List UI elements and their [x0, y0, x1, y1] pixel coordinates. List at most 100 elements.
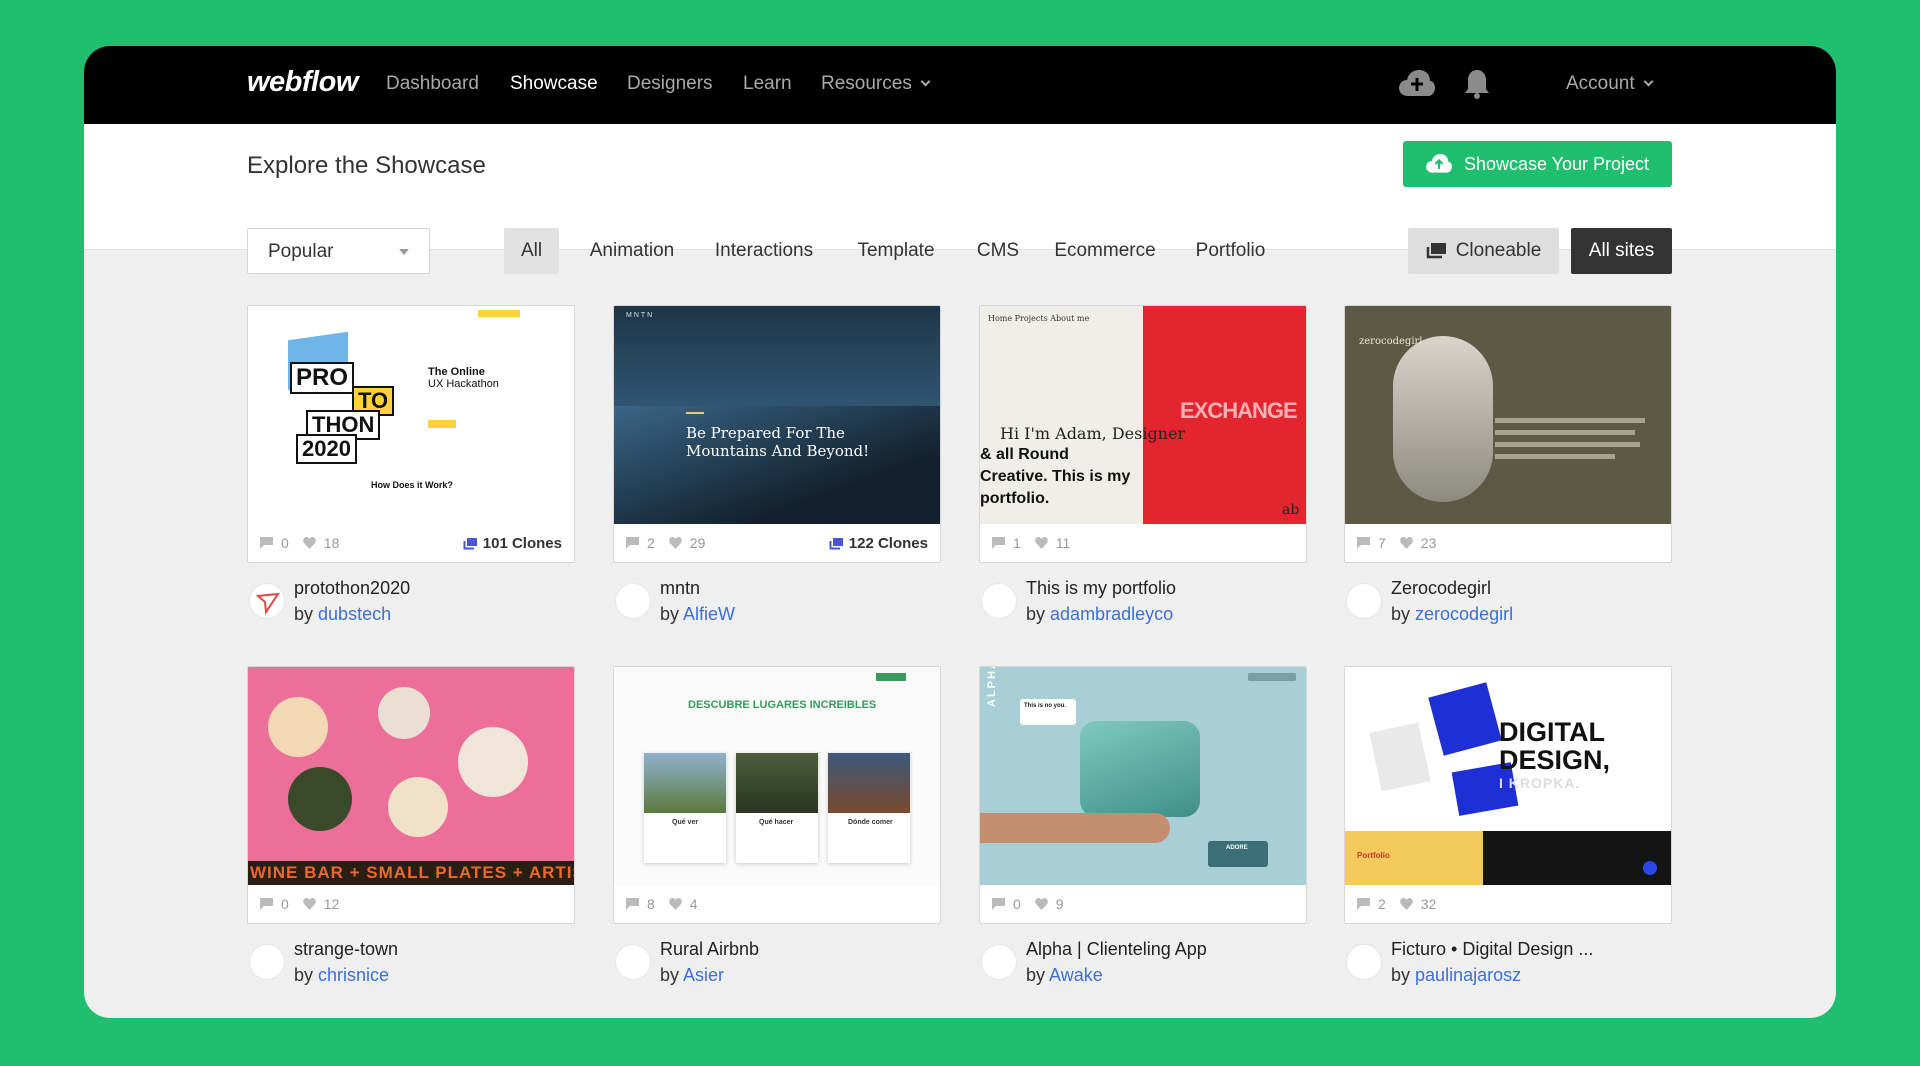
site-thumbnail[interactable]: zerocodegirl: [1345, 306, 1671, 524]
card-thumbnail-frame[interactable]: zerocodegirl 7 23: [1344, 305, 1672, 563]
all-sites-filter-button[interactable]: All sites: [1571, 228, 1672, 274]
thumb-text: 2020: [296, 434, 357, 464]
thumb-text: ALPHA: [986, 667, 998, 707]
card-thumbnail-frame[interactable]: MNTN Be Prepared For The Mountains And B…: [613, 305, 941, 563]
avatar[interactable]: [615, 583, 651, 619]
author-link[interactable]: dubstech: [318, 604, 391, 624]
likes-stat: 12: [302, 896, 340, 912]
author-link[interactable]: paulinajarosz: [1415, 965, 1521, 985]
clones-label: 122 Clones: [848, 535, 928, 552]
card-thumbnail-frame[interactable]: ALPHA This is no you. ADORE 0 9: [979, 666, 1307, 924]
avatar[interactable]: [981, 583, 1017, 619]
author-link[interactable]: AlfieW: [683, 604, 735, 624]
info-card-mock: [644, 753, 726, 863]
card-meta: Zerocodegirl by zerocodegirl: [1344, 574, 1672, 638]
showcase-card[interactable]: WINE BAR + SMALL PLATES + ARTISAN 0 12 s…: [247, 666, 575, 999]
site-name[interactable]: mntn: [660, 578, 700, 599]
avatar[interactable]: [249, 583, 285, 619]
thumb-text: Creative. This is my: [980, 468, 1131, 485]
site-name[interactable]: Zerocodegirl: [1391, 578, 1491, 599]
showcase-card[interactable]: zerocodegirl 7 23 Zerocodegirl by zeroco…: [1344, 305, 1672, 638]
sort-dropdown[interactable]: Popular: [247, 228, 430, 274]
thumb-text: WINE BAR + SMALL PLATES + ARTISAN: [250, 863, 574, 882]
avatar[interactable]: [249, 944, 285, 980]
thumb-text: Be Prepared For The: [686, 424, 845, 442]
showcase-your-project-button[interactable]: Showcase Your Project: [1403, 141, 1672, 187]
site-thumbnail[interactable]: PRO TO THON 2020 The Online UX Hackathon…: [248, 306, 574, 524]
card-meta: mntn by AlfieW: [613, 574, 941, 638]
showcase-card[interactable]: Home Projects About me EXCHANGE Hi I'm A…: [979, 305, 1307, 638]
cloneable-filter-button[interactable]: Cloneable: [1408, 228, 1559, 274]
by-label: by: [660, 965, 680, 985]
like-count: 18: [323, 535, 340, 551]
like-count: 12: [323, 896, 340, 912]
avatar[interactable]: [1346, 583, 1382, 619]
tab-ecommerce[interactable]: Ecommerce: [1050, 228, 1160, 274]
account-menu[interactable]: Account: [1566, 73, 1654, 95]
cloud-upload-icon[interactable]: [1399, 70, 1435, 103]
showcase-card[interactable]: ALPHA This is no you. ADORE 0 9 Alpha | …: [979, 666, 1307, 999]
site-name[interactable]: strange-town: [294, 939, 398, 960]
tab-all[interactable]: All: [504, 228, 559, 274]
site-thumbnail[interactable]: MNTN Be Prepared For The Mountains And B…: [614, 306, 940, 524]
comment-icon: [992, 537, 1005, 549]
card-stats: 0 12: [248, 885, 574, 923]
thumb-text: Portfolio: [1357, 851, 1390, 860]
site-thumbnail[interactable]: Portfolio DIGITAL DESIGN, I KROPKA.: [1345, 667, 1671, 885]
author-link[interactable]: chrisnice: [318, 965, 389, 985]
author-link[interactable]: Awake: [1049, 965, 1103, 985]
nav-learn[interactable]: Learn: [743, 73, 792, 95]
bell-icon[interactable]: [1464, 68, 1490, 105]
avatar[interactable]: [615, 944, 651, 980]
site-thumbnail[interactable]: ALPHA This is no you. ADORE: [980, 667, 1306, 885]
showcase-card[interactable]: MNTN Be Prepared For The Mountains And B…: [613, 305, 941, 638]
thumb-text: Dónde comer: [848, 819, 893, 826]
card-thumbnail-frame[interactable]: Portfolio DIGITAL DESIGN, I KROPKA. 2 32: [1344, 666, 1672, 924]
nav-resources[interactable]: Resources: [821, 73, 931, 95]
webflow-logo[interactable]: webflow: [247, 66, 358, 99]
tab-interactions[interactable]: Interactions: [704, 228, 824, 274]
comments-stat: 0: [992, 896, 1021, 912]
card-thumbnail-frame[interactable]: WINE BAR + SMALL PLATES + ARTISAN 0 12: [247, 666, 575, 924]
comments-stat: 0: [260, 535, 289, 551]
site-name[interactable]: Alpha | Clienteling App: [1026, 939, 1207, 960]
nav-dashboard[interactable]: Dashboard: [386, 73, 479, 95]
showcase-card[interactable]: PRO TO THON 2020 The Online UX Hackathon…: [247, 305, 575, 638]
author-link[interactable]: adambradleyco: [1050, 604, 1173, 624]
tab-template[interactable]: Template: [846, 228, 946, 274]
by-label: by: [1026, 965, 1046, 985]
author-link[interactable]: zerocodegirl: [1415, 604, 1513, 624]
tab-portfolio[interactable]: Portfolio: [1183, 228, 1278, 274]
sort-value: Popular: [268, 241, 334, 262]
site-name[interactable]: protothon2020: [294, 578, 410, 599]
tab-animation[interactable]: Animation: [582, 228, 682, 274]
card-thumbnail-frame[interactable]: PRO TO THON 2020 The Online UX Hackathon…: [247, 305, 575, 563]
by-label: by: [1391, 604, 1411, 624]
site-thumbnail[interactable]: DESCUBRE LUGARES INCREIBLES Qué ver Qué …: [614, 667, 940, 885]
card-thumbnail-frame[interactable]: Home Projects About me EXCHANGE Hi I'm A…: [979, 305, 1307, 563]
dark-panel: [1483, 831, 1671, 885]
author-link[interactable]: Asier: [683, 965, 724, 985]
card-stats: 2 32: [1345, 885, 1671, 923]
avatar[interactable]: [981, 944, 1017, 980]
site-thumbnail[interactable]: WINE BAR + SMALL PLATES + ARTISAN: [248, 667, 574, 885]
site-name[interactable]: Ficturo • Digital Design ...: [1391, 939, 1593, 960]
nav-designers[interactable]: Designers: [627, 73, 713, 95]
tab-cms[interactable]: CMS: [968, 228, 1028, 274]
site-thumbnail[interactable]: Home Projects About me EXCHANGE Hi I'm A…: [980, 306, 1306, 524]
nav-resources-label: Resources: [821, 73, 912, 94]
heart-icon: [302, 898, 316, 910]
showcase-card[interactable]: Portfolio DIGITAL DESIGN, I KROPKA. 2 32…: [1344, 666, 1672, 999]
heart-icon: [1034, 898, 1048, 910]
avatar[interactable]: [1346, 944, 1382, 980]
comment-count: 2: [1378, 896, 1386, 912]
site-name[interactable]: This is my portfolio: [1026, 578, 1176, 599]
register-button-mock: [428, 420, 456, 428]
chat-widget-mock: [1643, 861, 1657, 875]
comments-stat: 8: [626, 896, 655, 912]
accent-line: [686, 412, 704, 414]
nav-showcase[interactable]: Showcase: [510, 73, 598, 95]
card-thumbnail-frame[interactable]: DESCUBRE LUGARES INCREIBLES Qué ver Qué …: [613, 666, 941, 924]
showcase-card[interactable]: DESCUBRE LUGARES INCREIBLES Qué ver Qué …: [613, 666, 941, 999]
site-name[interactable]: Rural Airbnb: [660, 939, 759, 960]
